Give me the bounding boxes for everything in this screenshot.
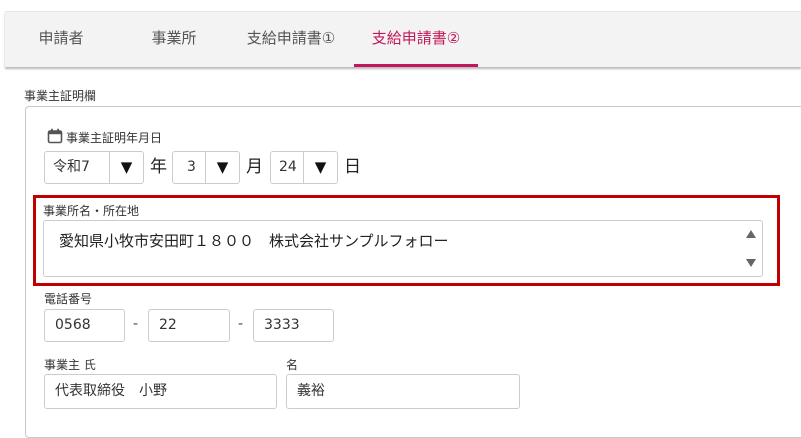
day-select[interactable]: 24 ▼ [270, 151, 338, 184]
era-year-value: 令和7 [53, 159, 90, 175]
scroll-up-icon[interactable] [745, 229, 757, 239]
era-year-select[interactable]: 令和7 ▼ [44, 151, 144, 184]
day-unit: 日 [344, 157, 361, 177]
day-value: 24 [279, 159, 297, 175]
owner-first-name-input[interactable]: 義裕 [286, 374, 520, 409]
phone-exchange-value: 22 [159, 317, 177, 333]
phone-area-value: 0568 [55, 317, 91, 333]
phone-exchange-input[interactable]: 22 [148, 309, 230, 342]
phone-separator: - [133, 316, 139, 332]
owner-first-name-value: 義裕 [297, 383, 325, 399]
chevron-down-icon: ▼ [205, 152, 239, 183]
year-unit: 年 [150, 157, 167, 177]
section-title: 事業主証明欄 [24, 89, 97, 103]
phone-label: 電話番号 [44, 292, 93, 306]
phone-area-input[interactable]: 0568 [44, 309, 125, 342]
scroll-down-icon[interactable] [745, 258, 757, 268]
phone-separator: - [238, 316, 244, 332]
tab-office[interactable]: 事業所 [131, 12, 217, 65]
month-unit: 月 [246, 157, 263, 177]
office-label: 事業所名・所在地 [43, 204, 140, 218]
phone-number-value: 3333 [264, 317, 300, 333]
owner-last-name-label: 事業主 氏 [44, 358, 96, 372]
owner-last-name-value: 代表取締役 小野 [55, 383, 167, 399]
tab-application-2[interactable]: 支給申請書② [354, 12, 478, 67]
owner-first-name-label: 名 [286, 358, 299, 372]
tab-application-1[interactable]: 支給申請書① [231, 12, 351, 65]
chevron-down-icon: ▼ [303, 152, 337, 183]
office-address-value: 愛知県小牧市安田町１８００ 株式会社サンプルフォロー [59, 232, 449, 250]
tab-applicant[interactable]: 申請者 [18, 12, 104, 65]
chevron-down-icon: ▼ [109, 152, 143, 183]
tab-bar: 申請者 事業所 支給申請書① 支給申請書② [5, 11, 801, 67]
office-address-textarea[interactable]: 愛知県小牧市安田町１８００ 株式会社サンプルフォロー [43, 220, 763, 277]
month-select[interactable]: 3 ▼ [172, 151, 240, 184]
month-value: 3 [187, 159, 196, 175]
cert-date-label: 事業主証明年月日 [66, 131, 163, 145]
phone-number-input[interactable]: 3333 [253, 309, 334, 342]
calendar-icon [47, 128, 63, 144]
owner-last-name-input[interactable]: 代表取締役 小野 [44, 374, 277, 409]
